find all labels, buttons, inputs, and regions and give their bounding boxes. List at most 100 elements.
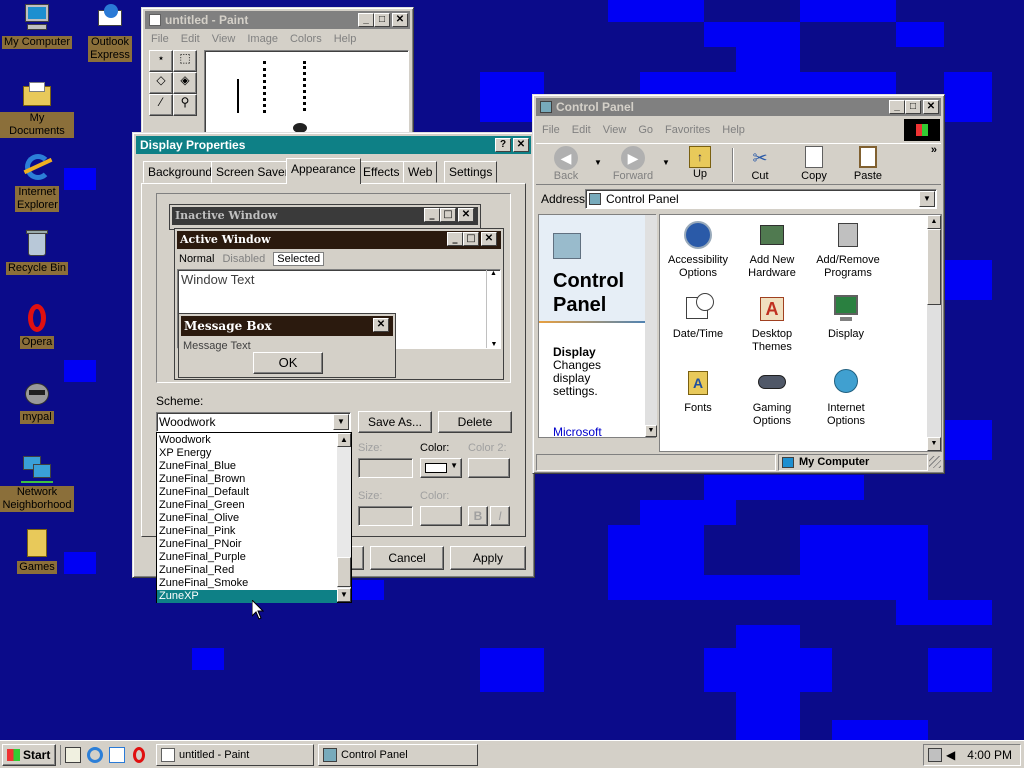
paint-titlebar[interactable]: untitled - Paint _ □ ✕	[145, 11, 410, 29]
microsoft-link[interactable]: Microsoft	[553, 425, 602, 437]
paint-canvas[interactable]	[204, 50, 409, 145]
rect-select-tool[interactable]: ⬚	[173, 50, 197, 72]
copy-button[interactable]: Copy	[792, 146, 836, 182]
cp-item-gaming-options[interactable]: Gaming Options	[734, 367, 810, 428]
color-picker-button[interactable]: ▼	[420, 458, 462, 478]
scroll-up-button[interactable]: ▲	[927, 215, 941, 229]
close-button[interactable]: ✕	[392, 13, 408, 27]
desktop-icon-mypal[interactable]: mypal	[0, 377, 74, 424]
tab-effects[interactable]: Effects	[358, 161, 405, 183]
close-button[interactable]: ✕	[923, 100, 939, 114]
chevron-down-icon[interactable]: ▼	[333, 414, 349, 430]
size-stepper[interactable]	[358, 458, 413, 478]
back-button[interactable]: ◀ Back	[544, 146, 588, 182]
control-panel-titlebar[interactable]: Control Panel _ □ ✕	[536, 98, 941, 116]
desktop-icon-recycle-bin[interactable]: Recycle Bin	[0, 228, 74, 275]
cut-button[interactable]: ✂ Cut	[740, 146, 780, 182]
list-item[interactable]: ZuneFinal_Brown	[157, 473, 337, 486]
eraser-tool[interactable]: ◇	[149, 72, 173, 94]
font-size-select[interactable]	[358, 506, 413, 526]
scroll-thumb[interactable]	[337, 557, 351, 587]
desktop-icon-my-computer[interactable]: My Computer	[0, 2, 74, 49]
opera-icon[interactable]	[133, 747, 145, 763]
paste-button[interactable]: Paste	[846, 146, 890, 182]
cp-item-date-time[interactable]: Date/Time	[660, 293, 736, 341]
start-button[interactable]: Start	[2, 744, 56, 766]
menu-view[interactable]: View	[603, 124, 627, 136]
volume-tray-icon[interactable]: ◀	[946, 748, 958, 762]
resize-grip[interactable]	[929, 456, 941, 468]
delete-button[interactable]: Delete	[438, 411, 512, 433]
font-color-button[interactable]	[420, 506, 462, 526]
tab-web[interactable]: Web	[403, 161, 438, 183]
desktop-icon-my-documents[interactable]: My Documents	[0, 78, 74, 138]
tab-appearance[interactable]: Appearance	[286, 158, 361, 184]
list-item[interactable]: ZuneFinal_Green	[157, 499, 337, 512]
list-item[interactable]: ZuneFinal_Olive	[157, 512, 337, 525]
scroll-up-button[interactable]: ▲	[337, 433, 351, 447]
up-button[interactable]: ↑ Up	[680, 146, 720, 180]
bold-button[interactable]: B	[468, 506, 488, 526]
menu-image[interactable]: Image	[247, 33, 278, 45]
menu-view[interactable]: View	[212, 33, 236, 45]
save-as-button[interactable]: Save As...	[358, 411, 432, 433]
list-item[interactable]: XP Energy	[157, 447, 337, 460]
menu-favorites[interactable]: Favorites	[665, 124, 710, 136]
desktop-icon-internet-explorer[interactable]: Internet Explorer	[0, 152, 74, 212]
list-item[interactable]: ZuneFinal_Blue	[157, 460, 337, 473]
magnifier-tool[interactable]: ⚲	[173, 94, 197, 116]
list-item[interactable]: ZuneFinal_Purple	[157, 551, 337, 564]
desktop-icon-games[interactable]: Games	[0, 527, 74, 574]
apply-button[interactable]: Apply	[450, 546, 526, 570]
cp-item-add-hardware[interactable]: Add New Hardware	[734, 219, 810, 280]
taskbar-item-paint[interactable]: untitled - Paint	[156, 744, 314, 766]
address-field[interactable]: Control Panel ▼	[585, 189, 937, 209]
list-item[interactable]: Woodwork	[157, 434, 337, 447]
forward-history-dropdown[interactable]: ▼	[662, 158, 670, 167]
cp-item-internet-options[interactable]: Internet Options	[808, 367, 884, 428]
cp-item-display[interactable]: Display	[808, 293, 884, 341]
minimize-button[interactable]: _	[358, 13, 374, 27]
scheme-select[interactable]: Woodwork ▼	[156, 412, 351, 432]
desktop-icon-outlook-express[interactable]: Outlook Express	[73, 2, 147, 62]
taskbar-item-control-panel[interactable]: Control Panel	[318, 744, 478, 766]
fill-tool[interactable]: ◈	[173, 72, 197, 94]
back-history-dropdown[interactable]: ▼	[594, 158, 602, 167]
scroll-down-button[interactable]: ▼	[645, 425, 657, 437]
scroll-down-button[interactable]: ▼	[927, 437, 941, 451]
menu-file[interactable]: File	[151, 33, 169, 45]
tab-background[interactable]: Background	[143, 161, 218, 183]
italic-button[interactable]: I	[490, 506, 510, 526]
show-desktop-icon[interactable]	[65, 747, 81, 763]
list-item[interactable]: ZuneFinal_Default	[157, 486, 337, 499]
maximize-button[interactable]: □	[905, 100, 921, 114]
internet-explorer-icon[interactable]	[87, 747, 103, 763]
list-item[interactable]: ZuneFinal_Pink	[157, 525, 337, 538]
color-picker-tool[interactable]: ⁄	[149, 94, 173, 116]
free-select-tool[interactable]: ⋆	[149, 50, 173, 72]
network-tray-icon[interactable]	[928, 748, 942, 762]
menu-edit[interactable]: Edit	[181, 33, 200, 45]
cp-item-desktop-themes[interactable]: A Desktop Themes	[734, 293, 810, 354]
help-button[interactable]: ?	[495, 138, 511, 152]
menu-edit[interactable]: Edit	[572, 124, 591, 136]
list-item[interactable]: ZuneFinal_PNoir	[157, 538, 337, 551]
cancel-button[interactable]: Cancel	[370, 546, 444, 570]
menu-colors[interactable]: Colors	[290, 33, 322, 45]
desktop-icon-opera[interactable]: Opera	[0, 302, 74, 349]
display-properties-titlebar[interactable]: Display Properties ? ✕	[136, 136, 531, 154]
cp-item-add-remove-programs[interactable]: Add/Remove Programs	[808, 219, 888, 280]
forward-button[interactable]: ▶ Forward	[608, 146, 658, 182]
scheme-dropdown-list[interactable]: Woodwork XP Energy ZuneFinal_Blue ZuneFi…	[156, 432, 352, 603]
chevron-down-icon[interactable]: ▼	[919, 191, 935, 207]
minimize-button[interactable]: _	[889, 100, 905, 114]
menu-file[interactable]: File	[542, 124, 560, 136]
list-item[interactable]: ZuneFinal_Smoke	[157, 577, 337, 590]
list-item-selected[interactable]: ZuneXP	[157, 590, 337, 603]
pane-scrollbar[interactable]: ▼	[645, 215, 657, 437]
cp-item-fonts[interactable]: A Fonts	[660, 367, 736, 415]
scroll-thumb[interactable]	[927, 229, 941, 305]
tab-screen-saver[interactable]: Screen Saver	[211, 161, 294, 183]
toolbar-more-chevron[interactable]: »	[931, 144, 937, 156]
scroll-down-button[interactable]: ▼	[337, 588, 351, 602]
